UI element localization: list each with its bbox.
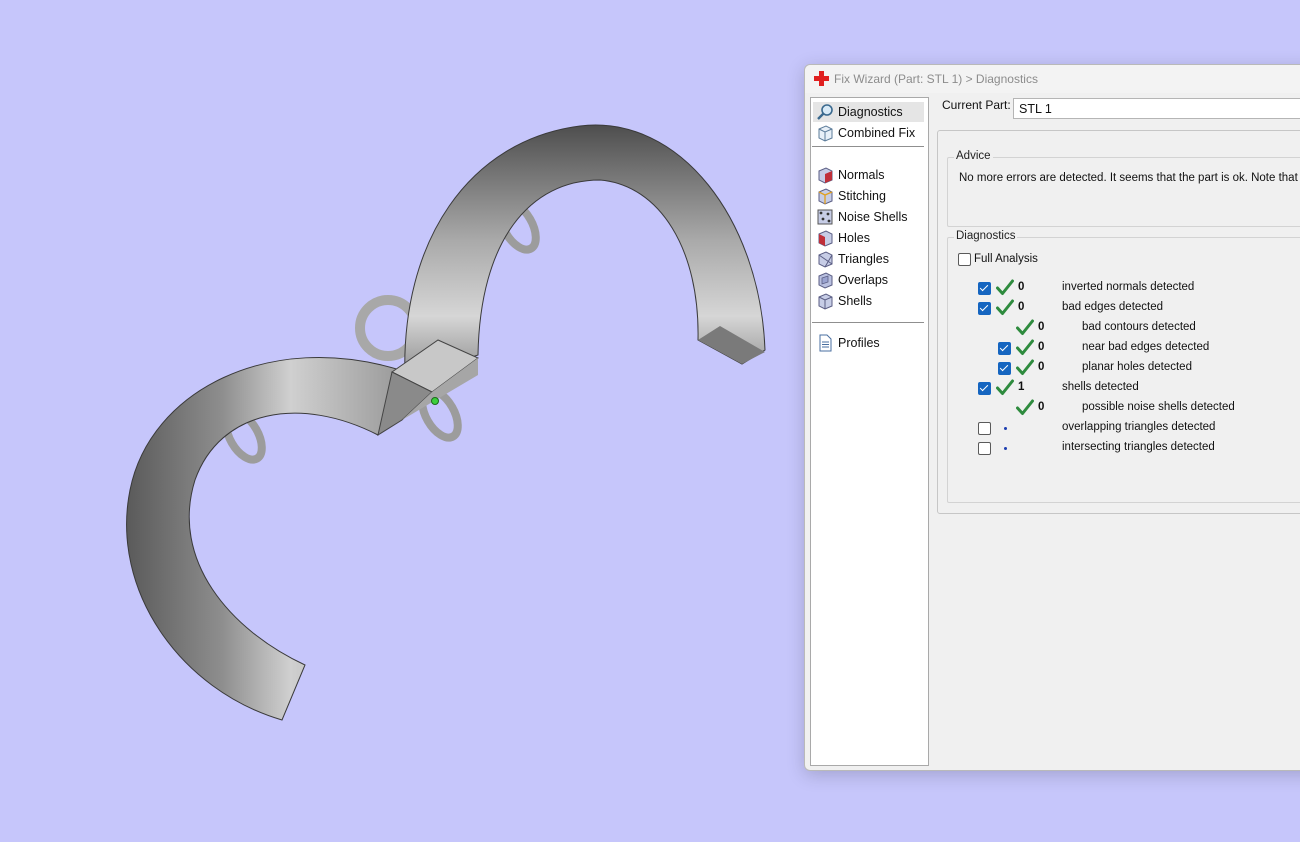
magnifier-icon [817,104,833,120]
nav-label: Holes [838,231,870,245]
nav-item-overlaps[interactable]: Overlaps [813,270,924,290]
advice-group: Advice No more errors are detected. It s… [947,150,1300,227]
diagnostic-row: 0 inverted normals detected [948,278,1300,298]
check-icon [1016,399,1034,416]
nav-item-noise-shells[interactable]: Noise Shells [813,207,924,227]
diagnostic-checkbox[interactable] [998,342,1011,355]
diagnostic-label: intersecting triangles detected [1062,441,1215,453]
nav-item-diagnostics[interactable]: Diagnostics [813,102,924,122]
nav-label: Shells [838,294,873,308]
check-icon [1016,339,1034,356]
diagnostic-label: possible noise shells detected [1082,401,1235,413]
check-icon [996,379,1014,396]
window-title: Fix Wizard (Part: STL 1) > Diagnostics [834,72,1038,86]
diagnostic-checkbox[interactable] [998,362,1011,375]
nav-label: Combined Fix [838,126,916,140]
check-icon [996,299,1014,316]
holes-cube-icon [818,230,833,247]
nav-separator [812,322,924,323]
current-part-label: Current Part: [942,98,1011,112]
diagnostic-label: bad contours detected [1082,321,1196,333]
advice-text: No more errors are detected. It seems th… [959,172,1300,184]
nav-label: Noise Shells [838,210,908,224]
diagnostic-count: 1 [1018,381,1025,393]
nav-label: Stitching [838,189,886,203]
diagnostic-row: 1 shells detected [948,378,1300,398]
check-icon [1016,359,1034,376]
diagnostic-row: intersecting triangles detected [948,438,1300,458]
diagnostic-checkbox[interactable] [978,302,991,315]
nav-item-combined-fix[interactable]: Combined Fix [813,123,924,143]
diagnostic-row: 0 possible noise shells detected [948,398,1300,418]
fix-wizard-dialog: Fix Wizard (Part: STL 1) > Diagnostics D… [804,64,1300,771]
triangles-cube-icon [818,251,833,268]
diagnostic-row: 0 bad contours detected [948,318,1300,338]
stitching-cube-icon [818,188,833,205]
normals-cube-icon [818,167,833,184]
diagnostic-label: near bad edges detected [1082,341,1210,353]
nav-item-profiles[interactable]: Profiles [813,333,924,353]
current-part-field[interactable]: STL 1 [1013,98,1300,119]
nav-label: Overlaps [838,273,889,287]
advice-title: Advice [954,150,993,162]
nav-label: Normals [838,168,885,182]
diagnostic-count: 0 [1018,281,1025,293]
pending-dot-icon [1004,427,1007,430]
diagnostic-count: 0 [1038,341,1045,353]
model-pivot-marker[interactable] [431,397,439,405]
diagnostic-label: overlapping triangles detected [1062,421,1216,433]
full-analysis-checkbox[interactable] [958,253,971,266]
3d-model[interactable] [126,124,766,721]
diagnostic-row: 0 near bad edges detected [948,338,1300,358]
diagnostic-row: overlapping triangles detected [948,418,1300,438]
diagnostic-label: bad edges detected [1062,301,1164,313]
diagnostics-page: Advice No more errors are detected. It s… [937,130,1300,514]
nav-label: Diagnostics [838,105,903,119]
model-arc-left [126,357,401,721]
diagnostic-row: 0 planar holes detected [948,358,1300,378]
check-icon [996,279,1014,296]
nav-item-holes[interactable]: Holes [813,228,924,248]
diagnostic-count: 0 [1038,361,1045,373]
diagnostic-count: 0 [1018,301,1025,313]
title-bar[interactable]: Fix Wizard (Part: STL 1) > Diagnostics [805,65,1300,93]
noise-shells-icon [817,209,833,225]
diagnostic-label: shells detected [1062,381,1139,393]
cube-icon [818,125,833,142]
nav-label: Profiles [838,336,880,350]
diagnostics-title: Diagnostics [954,230,1018,242]
diagnostic-row: 0 bad edges detected [948,298,1300,318]
shells-cube-icon [818,293,833,310]
diagnostic-label: inverted normals detected [1062,281,1195,293]
nav-item-normals[interactable]: Normals [813,165,924,185]
diagnostic-checkbox[interactable] [978,382,991,395]
nav-item-stitching[interactable]: Stitching [813,186,924,206]
nav-item-shells[interactable]: Shells [813,291,924,311]
nav-separator [812,146,924,147]
document-icon [819,334,832,352]
fix-wizard-nav: Diagnostics Combined Fix Normals Stitchi… [810,97,929,766]
diagnostic-count: 0 [1038,401,1045,413]
diagnostics-group: Diagnostics Full Analysis 0 inverted norm… [947,230,1300,503]
nav-item-triangles[interactable]: Triangles [813,249,924,269]
overlaps-cube-icon [818,272,833,289]
red-cross-icon [814,71,829,86]
diagnostic-label: planar holes detected [1082,361,1192,373]
diagnostic-count: 0 [1038,321,1045,333]
check-icon [1016,319,1034,336]
diagnostic-checkbox[interactable] [978,282,991,295]
diagnostic-checkbox[interactable] [978,422,991,435]
diagnostic-checkbox[interactable] [978,442,991,455]
pending-dot-icon [1004,447,1007,450]
nav-label: Triangles [838,252,889,266]
full-analysis-label: Full Analysis [974,253,1038,265]
